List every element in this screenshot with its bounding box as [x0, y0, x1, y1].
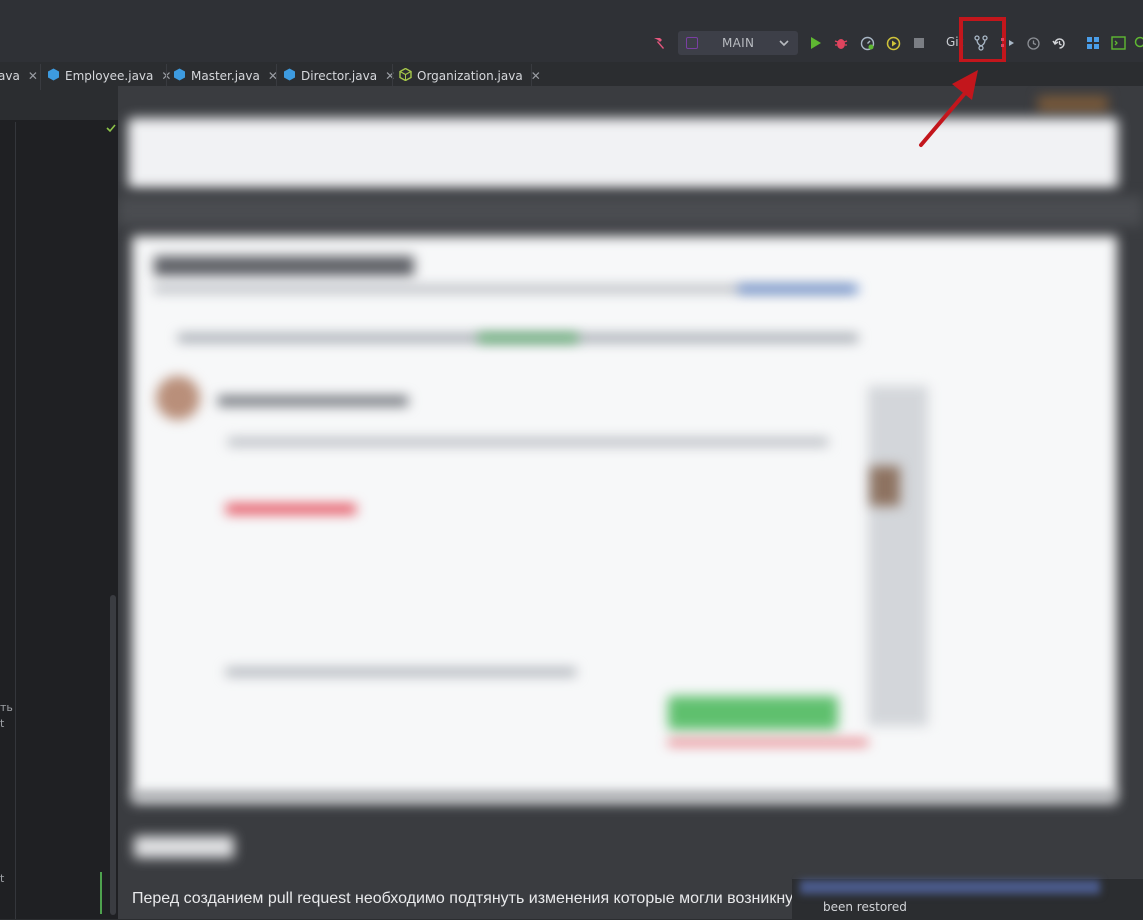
- notification-text: been restored: [823, 900, 907, 914]
- instruction-paragraph: Перед созданием pull request необходимо …: [132, 890, 793, 908]
- history-icon[interactable]: [1024, 34, 1042, 52]
- tab-partial[interactable]: ava ✕: [0, 62, 38, 90]
- build-hammer-icon[interactable]: [650, 34, 668, 52]
- blurred-avatar: [156, 376, 200, 420]
- blurred-region: [1038, 96, 1108, 112]
- embedded-screenshot: Перед созданием pull request необходимо …: [118, 86, 1143, 919]
- git-push-icon[interactable]: [998, 34, 1016, 52]
- blurred-link: [738, 286, 858, 292]
- blurred-sidebar-avatar: [870, 466, 900, 506]
- run-icon[interactable]: [806, 34, 824, 52]
- tab-label: Director.java: [301, 69, 377, 83]
- blurred-status: [478, 334, 578, 342]
- profiler-icon[interactable]: [858, 34, 876, 52]
- tab-divider: [40, 64, 41, 90]
- gutter-divider: [15, 122, 16, 919]
- blurred-green-button: [668, 696, 838, 730]
- vcs-change-marker: [100, 872, 102, 914]
- stop-icon[interactable]: [910, 34, 928, 52]
- blurred-red-underline: [668, 740, 868, 745]
- close-icon[interactable]: ✕: [385, 69, 395, 83]
- coverage-icon[interactable]: [884, 34, 902, 52]
- terminal-icon[interactable]: [1109, 34, 1127, 52]
- chevron-down-icon: [778, 35, 790, 54]
- editor-text-fragment: ть: [0, 701, 13, 714]
- tab-label: Employee.java: [65, 69, 153, 83]
- blurred-red-text: [226, 504, 356, 514]
- blurred-section-heading: [134, 836, 234, 858]
- editor-text-fragment: t: [0, 872, 4, 885]
- blurred-strip: [118, 196, 1143, 226]
- tab-label: Organization.java: [417, 69, 523, 83]
- tab-label: Master.java: [191, 69, 260, 83]
- rollback-icon[interactable]: [1050, 34, 1068, 52]
- close-icon[interactable]: ✕: [531, 69, 541, 83]
- layout-icon[interactable]: [1084, 34, 1102, 52]
- tab-label: ava: [0, 69, 20, 83]
- close-icon[interactable]: ✕: [28, 69, 38, 83]
- blurred-toolbar: [228, 438, 828, 446]
- blurred-title: [154, 256, 414, 276]
- editor-breadcrumb-bar: [0, 92, 118, 120]
- class-icon: [47, 68, 60, 84]
- debug-icon[interactable]: [832, 34, 850, 52]
- editor-scrollbar[interactable]: [110, 595, 116, 915]
- blurred-footer: [132, 792, 1117, 804]
- editor-area[interactable]: [0, 92, 118, 919]
- blurred-header: [128, 118, 1118, 188]
- blurred-page: [132, 236, 1117, 796]
- class-icon: [283, 68, 296, 84]
- search-icon[interactable]: [1134, 34, 1143, 52]
- editor-text-fragment: t: [0, 717, 4, 730]
- blurred-text-line: [226, 668, 576, 676]
- run-config-icon: [686, 37, 698, 49]
- checkmark-icon: [104, 121, 118, 135]
- run-config-label: MAIN: [722, 36, 754, 50]
- abstract-class-icon: [399, 68, 412, 84]
- class-icon: [173, 68, 186, 84]
- blurred-notification-title: [800, 880, 1100, 894]
- blurred-sidebar: [868, 386, 928, 726]
- blurred-username: [218, 396, 408, 406]
- run-config-selector[interactable]: MAIN: [678, 31, 798, 55]
